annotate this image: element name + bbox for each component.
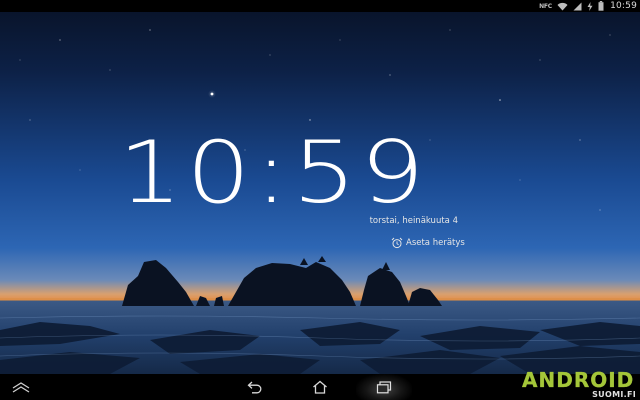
charging-icon bbox=[587, 1, 593, 11]
recent-apps-icon bbox=[376, 380, 392, 393]
watermark-subtitle: SUOMI.FI bbox=[592, 390, 636, 399]
lockscreen-clock: 10:59 bbox=[118, 123, 429, 223]
home-button[interactable] bbox=[305, 374, 335, 400]
recent-apps-button[interactable] bbox=[356, 374, 412, 400]
back-icon bbox=[247, 381, 262, 393]
android-suomi-watermark: ANDROID SUOMI.FI bbox=[520, 368, 638, 400]
svg-text:ANDROID: ANDROID bbox=[522, 368, 634, 390]
battery-icon bbox=[598, 1, 604, 11]
home-icon bbox=[313, 380, 327, 394]
up-arrow-icon bbox=[12, 382, 30, 393]
wifi-icon bbox=[557, 2, 568, 10]
alarm-clock-icon bbox=[391, 237, 403, 249]
android-logo: ANDROID bbox=[522, 368, 634, 390]
nfc-icon: NFC bbox=[539, 2, 552, 10]
cellular-signal-icon bbox=[573, 2, 582, 10]
back-button[interactable] bbox=[240, 374, 270, 400]
set-alarm-label: Aseta herätys bbox=[406, 238, 465, 248]
lock-screen: NFC 10:59 10:59 torstai, heinäkuuta 4 As… bbox=[0, 0, 640, 400]
status-bar-clock: 10:59 bbox=[610, 1, 637, 11]
status-icons: NFC bbox=[539, 1, 604, 11]
lockscreen-date: torstai, heinäkuuta 4 bbox=[369, 216, 458, 226]
up-arrow-button[interactable] bbox=[6, 374, 36, 400]
set-alarm-button[interactable]: Aseta herätys bbox=[391, 236, 465, 250]
status-bar: NFC 10:59 bbox=[0, 0, 640, 12]
